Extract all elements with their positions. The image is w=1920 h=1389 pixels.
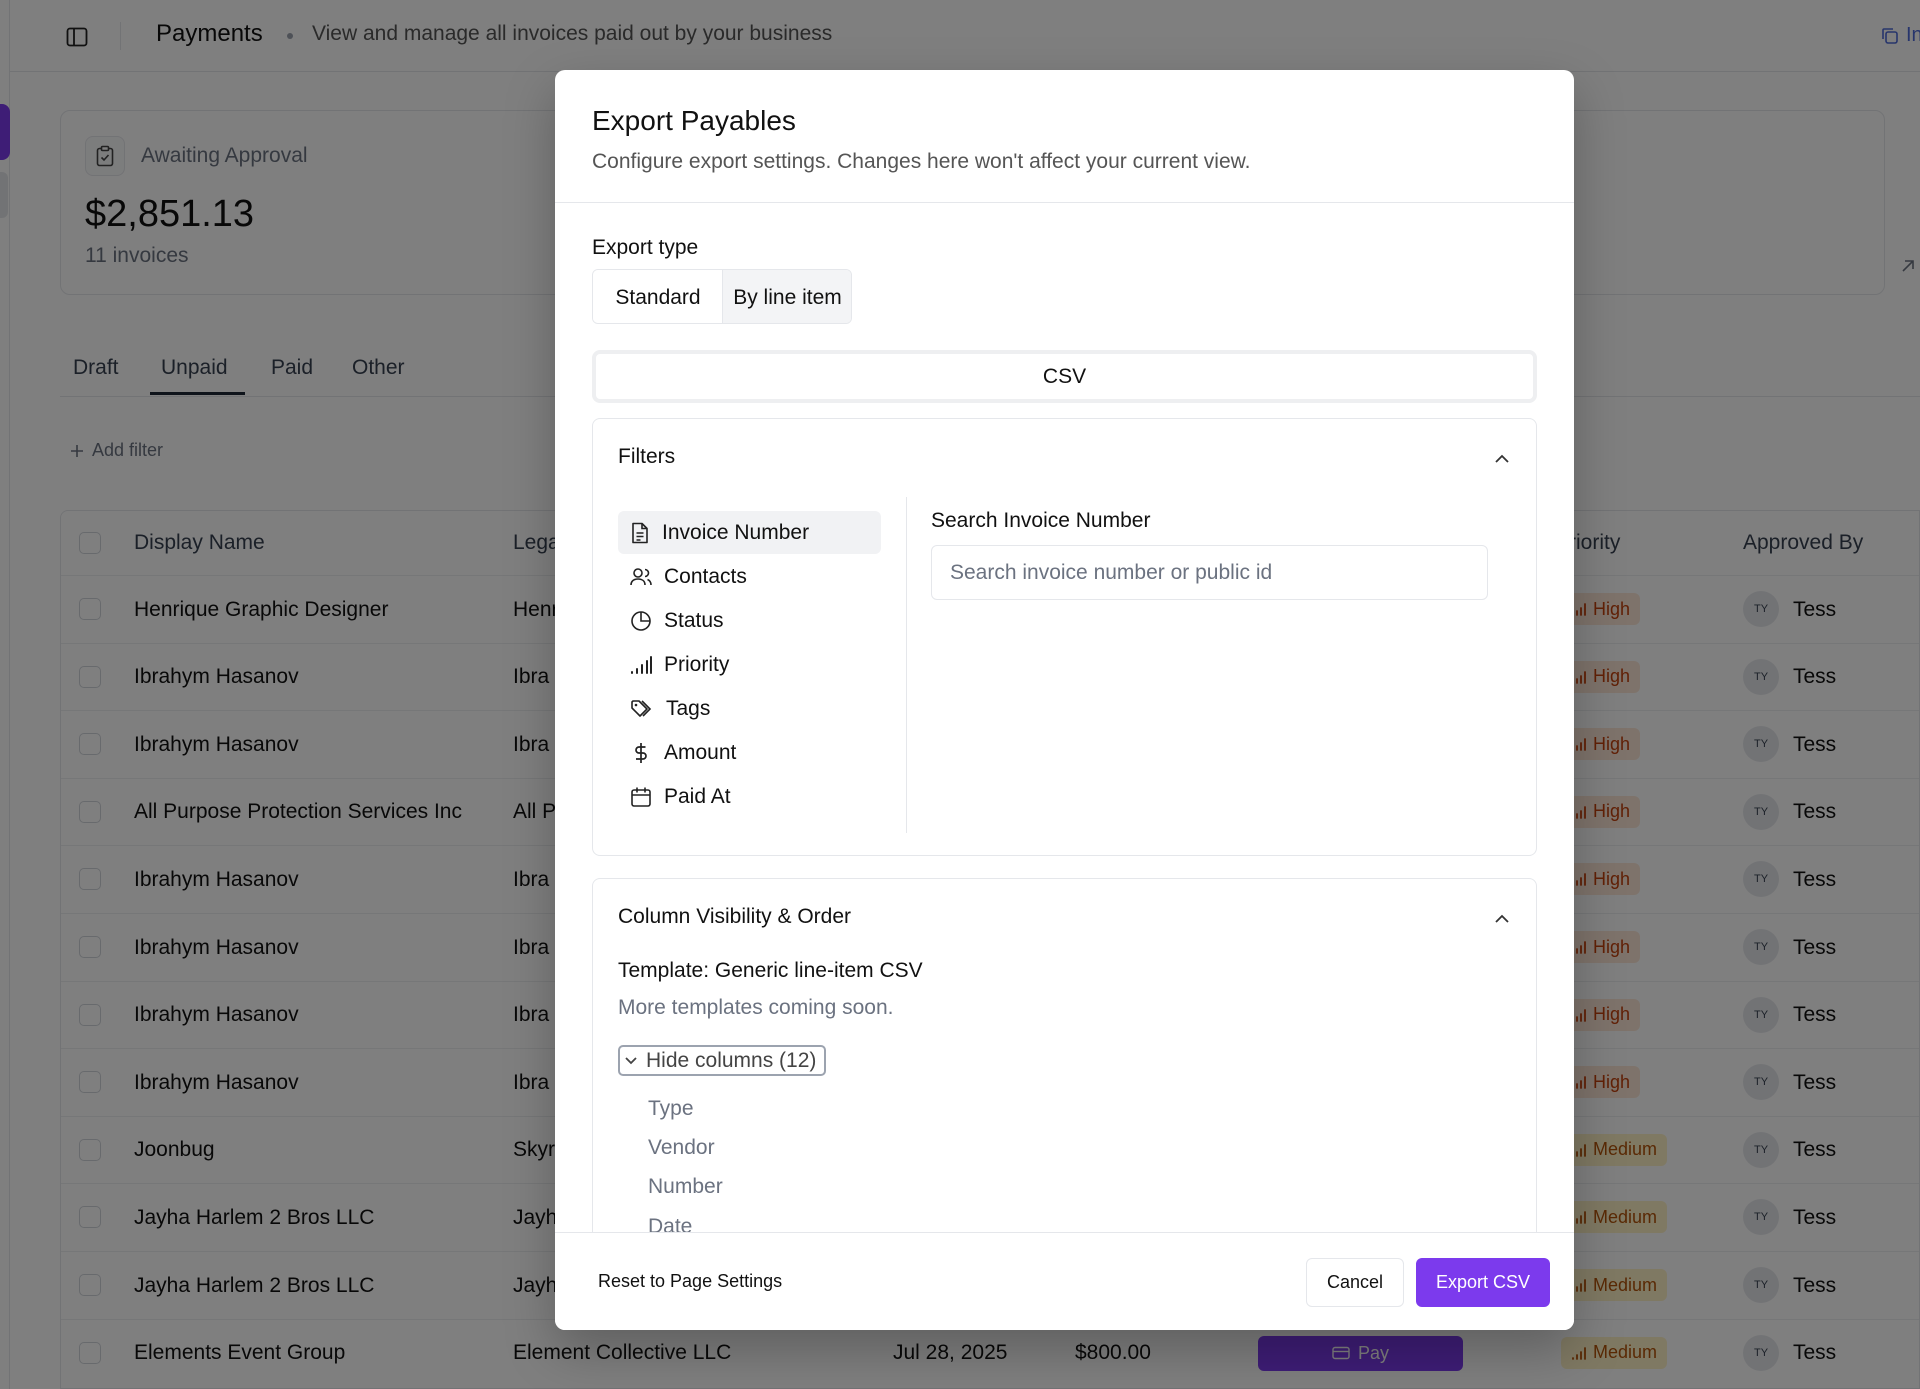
filter-item-label: Priority bbox=[664, 652, 730, 676]
reset-to-page-settings-button[interactable]: Reset to Page Settings bbox=[598, 1271, 782, 1292]
export-type-by-line-item[interactable]: By line item bbox=[722, 270, 851, 323]
template-value: Generic line-item CSV bbox=[714, 959, 923, 982]
calendar-icon bbox=[631, 787, 651, 807]
filters-section: Filters Invoice Number Contacts Status P… bbox=[592, 418, 1537, 856]
filter-item-label: Paid At bbox=[664, 784, 731, 808]
hidden-column-item[interactable]: Vendor bbox=[648, 1136, 715, 1160]
filter-panel-divider bbox=[906, 497, 907, 833]
filter-item-label: Contacts bbox=[664, 564, 747, 588]
tags-icon bbox=[631, 699, 652, 717]
filter-item-paid-at[interactable]: Paid At bbox=[618, 775, 881, 818]
filter-item-amount[interactable]: Amount bbox=[618, 731, 881, 774]
users-icon bbox=[630, 567, 652, 585]
filter-item-contacts[interactable]: Contacts bbox=[618, 555, 881, 598]
export-type-toggle: Standard By line item bbox=[592, 269, 852, 324]
filter-item-label: Status bbox=[664, 608, 724, 632]
filter-item-label: Invoice Number bbox=[662, 520, 810, 544]
dialog-description: Configure export settings. Changes here … bbox=[592, 150, 1251, 173]
dialog-footer: Reset to Page Settings Cancel Export CSV bbox=[555, 1232, 1574, 1330]
export-type-label: Export type bbox=[592, 236, 699, 259]
hidden-column-item[interactable]: Type bbox=[648, 1097, 694, 1121]
chevron-up-icon[interactable] bbox=[1490, 907, 1514, 931]
template-label: Template: bbox=[618, 959, 710, 982]
chevron-down-icon bbox=[625, 1056, 637, 1064]
signal-bars-icon bbox=[631, 655, 652, 674]
dialog-title: Export Payables bbox=[592, 105, 796, 136]
file-text-icon bbox=[632, 522, 648, 543]
filter-item-label: Amount bbox=[664, 740, 737, 764]
hide-columns-label: Hide columns (12) bbox=[646, 1048, 817, 1072]
chevron-up-icon[interactable] bbox=[1490, 447, 1514, 471]
pie-chart-icon bbox=[631, 610, 651, 631]
export-type-standard[interactable]: Standard bbox=[593, 270, 723, 323]
filter-item-invoice-number[interactable]: Invoice Number bbox=[618, 511, 881, 554]
format-select[interactable]: CSV bbox=[592, 350, 1537, 403]
hide-columns-toggle[interactable]: Hide columns (12) bbox=[618, 1045, 827, 1076]
search-invoice-number-label: Search Invoice Number bbox=[931, 509, 1151, 532]
search-invoice-number-input[interactable] bbox=[931, 545, 1488, 600]
template-line: Template: Generic line-item CSV bbox=[618, 959, 923, 983]
dollar-sign-icon bbox=[635, 742, 647, 763]
filter-item-label: Tags bbox=[666, 696, 711, 720]
dialog-header: Export Payables Configure export setting… bbox=[555, 70, 1574, 203]
column-visibility-title: Column Visibility & Order bbox=[618, 905, 852, 928]
export-csv-button[interactable]: Export CSV bbox=[1416, 1258, 1550, 1307]
filter-item-tags[interactable]: Tags bbox=[618, 687, 881, 730]
export-payables-dialog: Export Payables Configure export setting… bbox=[555, 70, 1574, 1330]
cancel-button[interactable]: Cancel bbox=[1306, 1258, 1404, 1307]
filter-item-priority[interactable]: Priority bbox=[618, 643, 881, 686]
filter-item-status[interactable]: Status bbox=[618, 599, 881, 642]
filters-title: Filters bbox=[618, 445, 676, 468]
dialog-body[interactable]: Export type Standard By line item CSV Fi… bbox=[555, 203, 1574, 1302]
hidden-column-item[interactable]: Number bbox=[648, 1175, 723, 1199]
template-note: More templates coming soon. bbox=[618, 996, 894, 1019]
